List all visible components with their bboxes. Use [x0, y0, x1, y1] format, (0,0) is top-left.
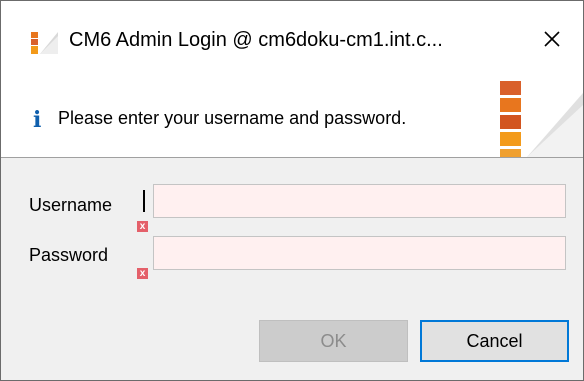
password-label: Password [29, 245, 109, 265]
close-icon [543, 30, 561, 53]
text-caret [143, 190, 145, 212]
cancel-button[interactable]: Cancel [420, 320, 569, 362]
cm6-banner-logo [497, 81, 583, 157]
username-label: Username [29, 195, 113, 215]
password-field[interactable] [153, 236, 566, 270]
password-error-icon: x [137, 268, 148, 279]
banner-message: Please enter your username and password. [58, 108, 407, 128]
info-icon: i [33, 107, 42, 133]
header-banner: i Please enter your username and passwor… [1, 81, 583, 158]
window-title: CM6 Admin Login @ cm6doku-cm1.int.c... [69, 29, 443, 51]
login-dialog: CM6 Admin Login @ cm6doku-cm1.int.c... i… [0, 0, 584, 381]
username-field[interactable] [153, 184, 566, 218]
title-bar[interactable]: CM6 Admin Login @ cm6doku-cm1.int.c... [1, 1, 583, 81]
close-button[interactable] [521, 1, 583, 81]
cm6-logo-icon [31, 30, 59, 56]
username-error-icon: x [137, 221, 148, 232]
ok-button[interactable]: OK [259, 320, 408, 362]
